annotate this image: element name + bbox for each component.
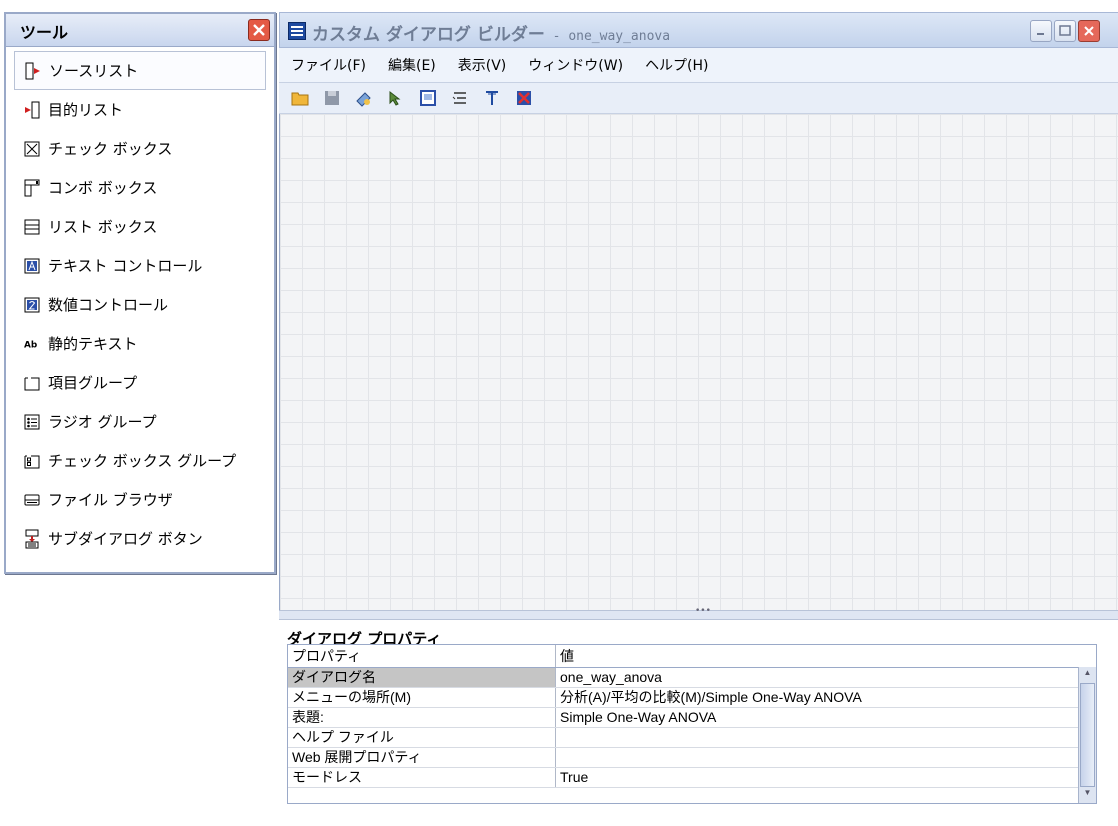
check-box-group-icon xyxy=(24,453,40,469)
property-value[interactable]: True xyxy=(556,768,1096,787)
property-column-header[interactable]: プロパティ xyxy=(288,645,556,667)
combo-box-icon xyxy=(24,179,40,196)
app-icon xyxy=(288,22,306,40)
tool-item-target-list[interactable]: 目的リスト xyxy=(14,90,266,129)
window-title: カスタム ダイアログ ビルダー - one_way_anova xyxy=(312,20,670,45)
tool-item-radio-group[interactable]: ラジオ グループ xyxy=(14,402,266,441)
tool-item-label: 数値コントロール xyxy=(48,296,169,314)
tools-palette-title: ツール xyxy=(20,23,69,42)
table-row[interactable]: ヘルプ ファイル xyxy=(288,728,1096,748)
table-row[interactable]: 表題: Simple One-Way ANOVA xyxy=(288,708,1096,728)
tools-palette-titlebar: ツール xyxy=(6,14,274,47)
tool-item-label: チェック ボックス xyxy=(48,140,173,158)
tool-item-check-box-group[interactable]: チェック ボックス グループ xyxy=(14,441,266,480)
text-control-icon xyxy=(24,258,40,274)
target-list-icon xyxy=(24,101,40,118)
tool-item-check-box[interactable]: チェック ボックス xyxy=(14,129,266,168)
scroll-up-icon[interactable]: ▲ xyxy=(1080,668,1095,682)
property-name: メニューの場所(M) xyxy=(288,688,556,707)
window-titlebar: カスタム ダイアログ ビルダー - one_way_anova xyxy=(279,12,1118,48)
splitter-grip-icon: ••• xyxy=(695,606,711,616)
tool-item-label: チェック ボックス グループ xyxy=(48,452,237,470)
tool-item-label: 目的リスト xyxy=(48,101,124,119)
property-name: ヘルプ ファイル xyxy=(288,728,556,747)
close-icon[interactable] xyxy=(248,19,270,41)
property-value[interactable]: 分析(A)/平均の比較(M)/Simple One-Way ANOVA xyxy=(556,688,1096,707)
property-name: ダイアログ名 xyxy=(288,668,556,687)
menu-help[interactable]: ヘルプ(H) xyxy=(645,55,708,75)
properties-icon[interactable] xyxy=(419,89,437,107)
menu-window[interactable]: ウィンドウ(W) xyxy=(528,55,623,75)
close-red-icon[interactable] xyxy=(515,89,533,107)
file-browser-icon xyxy=(24,492,40,508)
property-name: モードレス xyxy=(288,768,556,787)
splitter[interactable]: ••• xyxy=(279,606,1118,620)
properties-table: プロパティ 値 ダイアログ名 one_way_anova メニューの場所(M) … xyxy=(287,644,1097,804)
table-row[interactable]: メニューの場所(M) 分析(A)/平均の比較(M)/Simple One-Way… xyxy=(288,688,1096,708)
property-name: Web 展開プロパティ xyxy=(288,748,556,767)
table-row[interactable]: Web 展開プロパティ xyxy=(288,748,1096,768)
tools-list: ソースリスト 目的リスト チェック ボックス コンボ ボックス リスト ボックス xyxy=(6,47,274,558)
properties-header: プロパティ 値 xyxy=(288,645,1096,668)
value-column-header[interactable]: 値 xyxy=(556,645,1096,667)
scroll-thumb[interactable] xyxy=(1080,683,1095,787)
tool-item-label: サブダイアログ ボタン xyxy=(48,530,203,548)
window-title-file: - one_way_anova xyxy=(544,29,671,44)
toggle-icon[interactable] xyxy=(483,89,501,107)
save-icon[interactable] xyxy=(323,89,341,107)
static-text-icon: Ab xyxy=(24,336,40,352)
menu-bar: ファイル(F) 編集(E) 表示(V) ウィンドウ(W) ヘルプ(H) xyxy=(279,48,1118,83)
item-group-icon xyxy=(24,375,40,391)
preview-icon[interactable] xyxy=(355,89,373,107)
window-title-main: カスタム ダイアログ ビルダー xyxy=(312,25,545,45)
property-name: 表題: xyxy=(288,708,556,727)
minimize-button[interactable] xyxy=(1030,20,1052,42)
dialog-canvas[interactable] xyxy=(279,114,1118,610)
tool-item-list-box[interactable]: リスト ボックス xyxy=(14,207,266,246)
tool-item-label: ラジオ グループ xyxy=(48,413,157,431)
tool-item-number-control[interactable]: 数値コントロール xyxy=(14,285,266,324)
check-box-icon xyxy=(24,141,40,157)
open-folder-icon[interactable] xyxy=(291,89,309,107)
scroll-down-icon[interactable]: ▼ xyxy=(1080,788,1095,802)
maximize-button[interactable] xyxy=(1054,20,1076,42)
property-value[interactable] xyxy=(556,748,1096,767)
close-button[interactable] xyxy=(1078,20,1100,42)
tool-item-text-control[interactable]: テキスト コントロール xyxy=(14,246,266,285)
svg-text:Ab: Ab xyxy=(24,340,37,350)
property-value[interactable]: Simple One-Way ANOVA xyxy=(556,708,1096,727)
tool-item-label: 項目グループ xyxy=(48,374,138,392)
table-row[interactable]: モードレス True xyxy=(288,768,1096,788)
order-icon[interactable] xyxy=(451,89,469,107)
tool-item-label: リスト ボックス xyxy=(48,218,158,236)
toolbar xyxy=(279,83,1118,114)
tool-item-combo-box[interactable]: コンボ ボックス xyxy=(14,168,266,207)
property-value[interactable] xyxy=(556,728,1096,747)
menu-edit[interactable]: 編集(E) xyxy=(388,55,436,75)
tools-palette: ツール ソースリスト 目的リスト チェック ボックス コンボ ボックス リスト … xyxy=(4,12,276,574)
table-row[interactable]: ダイアログ名 one_way_anova xyxy=(288,668,1096,688)
tool-item-label: ファイル ブラウザ xyxy=(48,491,173,509)
menu-view[interactable]: 表示(V) xyxy=(458,55,507,75)
property-value[interactable]: one_way_anova xyxy=(556,668,1096,687)
properties-scrollbar[interactable]: ▲ ▼ xyxy=(1078,667,1096,803)
menu-file[interactable]: ファイル(F) xyxy=(291,55,366,75)
tool-item-static-text[interactable]: Ab 静的テキスト xyxy=(14,324,266,363)
tool-item-label: コンボ ボックス xyxy=(48,179,158,197)
tool-item-sub-dialog-button[interactable]: サブダイアログ ボタン xyxy=(14,519,266,558)
install-icon[interactable] xyxy=(387,89,405,107)
list-box-icon xyxy=(24,219,40,235)
tool-item-source-list[interactable]: ソースリスト xyxy=(14,51,266,90)
number-control-icon xyxy=(24,297,40,313)
tool-item-file-browser[interactable]: ファイル ブラウザ xyxy=(14,480,266,519)
tool-item-label: ソースリスト xyxy=(49,62,139,80)
tool-item-label: 静的テキスト xyxy=(48,335,138,353)
radio-group-icon xyxy=(24,414,40,430)
source-list-icon xyxy=(25,62,41,79)
tool-item-label: テキスト コントロール xyxy=(48,257,203,275)
sub-dialog-button-icon xyxy=(24,529,40,548)
tool-item-item-group[interactable]: 項目グループ xyxy=(14,363,266,402)
